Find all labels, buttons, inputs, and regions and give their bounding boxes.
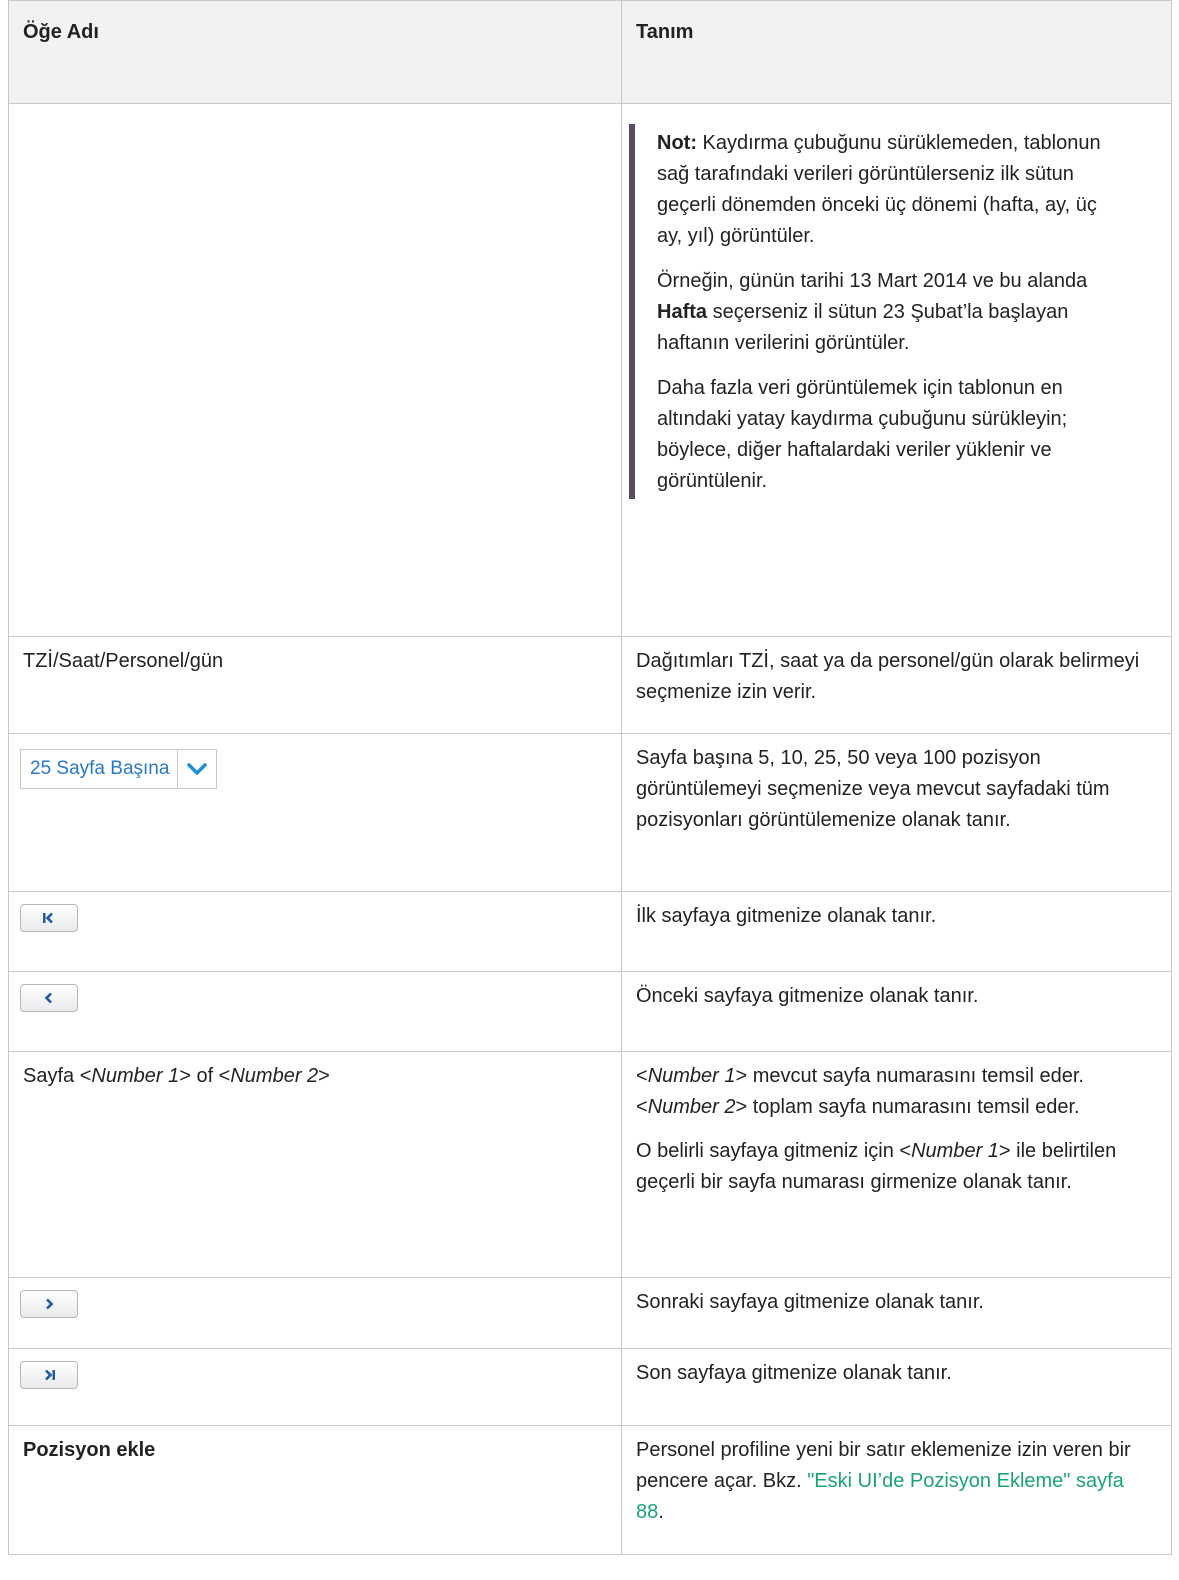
description-cell: Önceki sayfaya gitmenize olanak tanır. [621,971,1172,1052]
column-header-item-name: Öğe Adı [8,0,622,104]
table-row-first-page: İlk sayfaya gitmenize olanak tanır. [8,891,1172,972]
first-page-button[interactable] [20,904,78,932]
ui-elements-table: Öğe Adı Tanım Not: Kaydırma çubuğunu sür… [8,0,1172,1555]
item-name-cell: Pozisyon ekle [8,1425,622,1555]
item-name-cell: TZİ/Saat/Personel/gün [8,636,622,734]
table-row-per-page: 25 Sayfa Başına Sayfa başına 5, 10, 25, … [8,733,1172,892]
per-page-label: 25 Sayfa Başına [30,758,170,779]
number-2-placeholder: Number 2 [647,1096,736,1118]
item-name-cell [8,1348,622,1426]
per-page-select[interactable]: 25 Sayfa Başına [20,749,218,789]
chevron-down-icon[interactable] [177,750,216,788]
item-name-cell: Sayfa <Number 1> of <Number 2> [8,1051,622,1278]
item-name-cell [8,103,622,637]
last-page-button[interactable] [20,1361,78,1389]
desc-text: O belirli sayfaya gitmeniz için < [636,1140,912,1162]
table-row-note: Not: Kaydırma çubuğunu sürüklemeden, tab… [8,103,1172,637]
last-page-icon [45,1369,55,1381]
example-text-b: seçerseniz il sütun 23 Şubat’la başlayan… [657,301,1069,354]
item-name-cell [8,1277,622,1349]
description-cell: Not: Kaydırma çubuğunu sürüklemeden, tab… [621,103,1172,637]
table-row-tzi: TZİ/Saat/Personel/gün Dağıtımları TZİ, s… [8,636,1172,734]
table-header-row: Öğe Adı Tanım [8,0,1172,104]
description-cell: Dağıtımları TZİ, saat ya da personel/gün… [621,636,1172,734]
description-cell: <Number 1> mevcut sayfa numarasını temsi… [621,1051,1172,1278]
scroll-paragraph: Daha fazla veri görüntülemek için tablon… [657,377,1068,492]
description-cell: Sayfa başına 5, 10, 25, 50 veya 100 pozi… [621,733,1172,892]
description-cell: Son sayfaya gitmenize olanak tanır. [621,1348,1172,1426]
example-text-bold: Hafta [657,301,708,323]
desc-text: > toplam sayfa numarasını temsil eder. [735,1096,1080,1118]
next-page-icon [46,1298,54,1310]
previous-page-icon [44,992,52,1004]
next-page-button[interactable] [20,1290,78,1318]
number-1-placeholder: Number 1 [911,1140,999,1162]
note-text: Kaydırma çubuğunu sürüklemeden, tablonun… [657,132,1101,247]
number-1-placeholder: Number 1 [91,1065,180,1087]
example-paragraph: Örneğin, günün tarihi 13 Mart 2014 ve bu… [657,266,1127,359]
table-row-last-page: Son sayfaya gitmenize olanak tanır. [8,1348,1172,1426]
description-paragraph: <Number 1> mevcut sayfa numarasını temsi… [636,1061,1157,1123]
column-header-description: Tanım [621,0,1172,104]
number-2-placeholder: Number 2 [230,1065,319,1087]
item-name-cell [8,971,622,1052]
item-name-cell: 25 Sayfa Başına [8,733,622,892]
number-1-placeholder: Number 1 [647,1065,736,1087]
table-row-previous-page: Önceki sayfaya gitmenize olanak tanır. [8,971,1172,1052]
page-of-text: > [318,1065,330,1087]
table-row-next-page: Sonraki sayfaya gitmenize olanak tanır. [8,1277,1172,1349]
first-page-icon [43,912,53,924]
description-paragraph: O belirli sayfaya gitmeniz için <Number … [636,1136,1157,1198]
table-row-add-position: Pozisyon ekle Personel profiline yeni bi… [8,1425,1172,1555]
description-cell: Personel profiline yeni bir satır ekleme… [621,1425,1172,1555]
example-text-a: Örneğin, günün tarihi 13 Mart 2014 ve bu… [657,270,1088,292]
description-cell: İlk sayfaya gitmenize olanak tanır. [621,891,1172,972]
note-label: Not: [657,132,697,154]
note-paragraph: Not: Kaydırma çubuğunu sürüklemeden, tab… [657,128,1127,252]
description-cell: Sonraki sayfaya gitmenize olanak tanır. [621,1277,1172,1349]
desc-text: < [636,1065,648,1087]
page-of-text: Sayfa < [23,1065,92,1087]
item-name-cell [8,891,622,972]
page-of-text: > of < [179,1065,231,1087]
table-row-page-of: Sayfa <Number 1> of <Number 2> <Number 1… [8,1051,1172,1278]
note-block: Not: Kaydırma çubuğunu sürüklemeden, tab… [629,124,1157,499]
desc-text: . [658,1501,664,1523]
previous-page-button[interactable] [20,984,78,1012]
